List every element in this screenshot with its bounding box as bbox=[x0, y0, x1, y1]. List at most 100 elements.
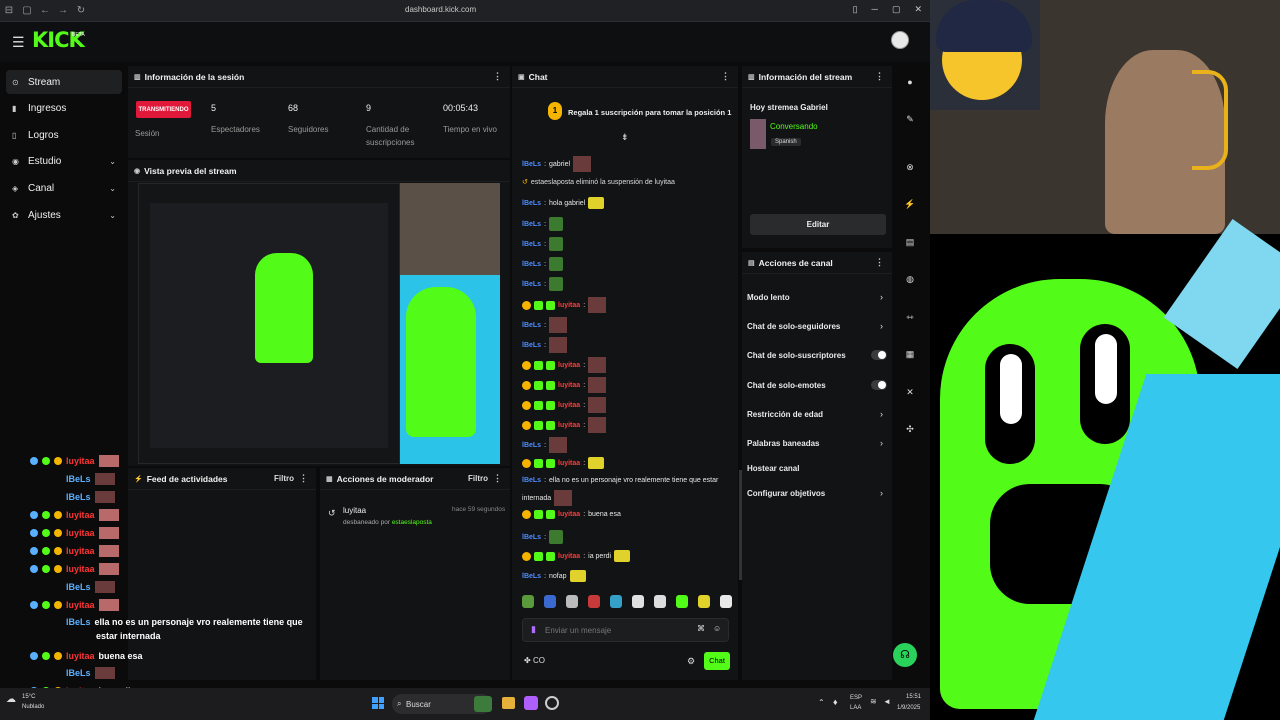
emoji-icon[interactable]: ☺ bbox=[713, 624, 721, 633]
channel-action-4[interactable]: Chat de solo-emotes bbox=[747, 381, 826, 390]
target-icon[interactable]: ⊗ bbox=[902, 159, 918, 175]
back-icon[interactable]: ← bbox=[36, 5, 54, 16]
chat-username[interactable]: luyitaa bbox=[558, 402, 580, 409]
lightning-icon[interactable]: ⚡ bbox=[902, 196, 918, 212]
channel-action-1[interactable]: Modo lento bbox=[747, 293, 790, 302]
mod-menu-icon[interactable]: ⋮ bbox=[493, 473, 502, 484]
wrench-icon[interactable]: ✕ bbox=[902, 384, 918, 400]
minimize-icon[interactable]: ─ bbox=[872, 4, 878, 15]
mic-tray-icon[interactable]: ♦ bbox=[833, 697, 838, 707]
user-avatar[interactable] bbox=[891, 31, 909, 49]
close-icon[interactable]: ✕ bbox=[914, 4, 922, 15]
lang-bottom[interactable]: LAA bbox=[850, 705, 861, 711]
chat-username[interactable]: lBeLs bbox=[522, 322, 541, 329]
chat-emote[interactable] bbox=[554, 490, 573, 506]
address-bar[interactable]: dashboard.kick.com bbox=[405, 5, 476, 14]
chat-input[interactable] bbox=[545, 623, 685, 637]
sidebar-item-ingresos[interactable]: ▮ Ingresos bbox=[6, 97, 122, 121]
stream-preview[interactable] bbox=[138, 183, 500, 464]
clock-time[interactable]: 15:51 bbox=[906, 694, 921, 700]
sidebar-item-stream[interactable]: ⊙ Stream bbox=[6, 70, 122, 94]
chat-username[interactable]: lBeLs bbox=[522, 261, 541, 268]
chevron-right-icon[interactable]: › bbox=[880, 409, 883, 419]
chat-username[interactable]: lBeLs bbox=[522, 281, 541, 288]
chat-message[interactable]: lBeLs: hola gabriel bbox=[522, 197, 605, 209]
pinned-gift-message[interactable]: Regala 1 suscripción para tomar la posic… bbox=[568, 108, 731, 117]
feed-filter-button[interactable]: Filtro bbox=[274, 474, 294, 483]
chat-message[interactable]: luyitaa: bbox=[522, 457, 605, 469]
stream-category[interactable]: Conversando bbox=[770, 122, 818, 131]
chat-message[interactable]: lBeLs: bbox=[522, 237, 564, 251]
reload-icon[interactable]: ↻ bbox=[72, 5, 90, 16]
mic-icon[interactable]: ▮ bbox=[531, 624, 536, 635]
chat-message[interactable]: lBeLs: bbox=[522, 317, 568, 333]
chat-emote[interactable] bbox=[588, 417, 607, 433]
hamburger-menu-icon[interactable]: ☰ bbox=[12, 34, 25, 51]
chat-emote[interactable] bbox=[588, 457, 605, 469]
chat-message[interactable]: luyitaa: ia perdi bbox=[522, 550, 631, 562]
layout-icon[interactable]: ▦ bbox=[902, 346, 918, 362]
emote-shortcut-7[interactable] bbox=[654, 595, 666, 608]
tray-chevron-icon[interactable]: ⌃ bbox=[818, 698, 825, 707]
chat-username[interactable]: lBeLs bbox=[522, 573, 541, 580]
chat-username[interactable]: luyitaa bbox=[558, 362, 580, 369]
mod-entry-by[interactable]: estaeslaposta bbox=[392, 519, 432, 526]
chat-emote[interactable] bbox=[588, 377, 607, 393]
chat-username[interactable]: luyitaa bbox=[558, 511, 580, 518]
chat-message[interactable]: lBeLs: bbox=[522, 217, 564, 231]
sidebar-item-canal[interactable]: ◈ Canal ⌄ bbox=[6, 176, 122, 200]
maximize-icon[interactable]: ▢ bbox=[892, 4, 901, 15]
chevron-down-icon[interactable]: ⌄ bbox=[109, 184, 116, 193]
chat-emote[interactable] bbox=[614, 550, 631, 562]
chat-username[interactable]: luyitaa bbox=[558, 553, 580, 560]
chat-message[interactable]: lBeLs: gabriel bbox=[522, 156, 592, 172]
chat-emote[interactable] bbox=[549, 437, 568, 453]
chat-emote[interactable] bbox=[549, 317, 568, 333]
chat-message[interactable]: luyitaa: bbox=[522, 297, 607, 313]
emote-shortcut-3[interactable] bbox=[566, 595, 578, 608]
emote-shortcut-2[interactable] bbox=[544, 595, 556, 608]
pencil-icon[interactable]: ✎ bbox=[902, 111, 918, 127]
emote-shortcut-8[interactable] bbox=[676, 595, 688, 608]
chat-emote[interactable] bbox=[549, 217, 564, 231]
chat-username[interactable]: luyitaa bbox=[558, 460, 580, 467]
chat-username[interactable]: lBeLs bbox=[522, 477, 541, 484]
chat-send-button[interactable]: Chat bbox=[704, 652, 730, 670]
chat-message[interactable]: luyitaa: buena esa bbox=[522, 510, 621, 519]
chevron-right-icon[interactable]: › bbox=[880, 488, 883, 498]
chat-emote[interactable] bbox=[588, 357, 607, 373]
chat-message[interactable]: lBeLs: ella no es un personaje vro realem… bbox=[522, 477, 718, 484]
sidebar-item-logros[interactable]: ▯ Logros bbox=[6, 123, 122, 147]
chat-emote[interactable] bbox=[588, 197, 605, 209]
chat-menu-icon[interactable]: ⋮ bbox=[721, 71, 730, 82]
gif-icon[interactable]: ⌘ bbox=[697, 624, 705, 633]
channel-action-6[interactable]: Palabras baneadas bbox=[747, 439, 819, 448]
chat-emote[interactable] bbox=[549, 237, 564, 251]
chat-username[interactable]: luyitaa bbox=[558, 302, 580, 309]
chat-message[interactable]: lBeLs: bbox=[522, 437, 568, 453]
info-circle-icon[interactable]: ● bbox=[902, 74, 918, 90]
chat-message[interactable]: lBeLs: bbox=[522, 257, 564, 271]
chat-system-message[interactable]: ↺ estaeslaposta eliminó la suspensión de … bbox=[522, 178, 675, 187]
chat-message[interactable]: luyitaa: bbox=[522, 357, 607, 373]
chat-username[interactable]: lBeLs bbox=[522, 161, 541, 168]
windows-start-icon[interactable] bbox=[372, 697, 384, 709]
emote-shortcut-9[interactable] bbox=[698, 595, 710, 608]
chat-message[interactable]: lBeLs: bbox=[522, 277, 564, 291]
session-menu-icon[interactable]: ⋮ bbox=[493, 71, 502, 82]
emote-shortcut-1[interactable] bbox=[522, 595, 534, 608]
chat-message[interactable]: luyitaa: bbox=[522, 397, 607, 413]
browser-app-icon[interactable] bbox=[524, 696, 538, 710]
channel-action-5[interactable]: Restricción de edad bbox=[747, 410, 823, 419]
sidebar-item-ajustes[interactable]: ✿ Ajustes ⌄ bbox=[6, 203, 122, 227]
feed-menu-icon[interactable]: ⋮ bbox=[299, 473, 308, 484]
chat-username[interactable]: lBeLs bbox=[522, 342, 541, 349]
chat-username[interactable]: lBeLs bbox=[522, 241, 541, 248]
chevron-right-icon[interactable]: › bbox=[880, 438, 883, 448]
clipboard-icon[interactable]: ▤ bbox=[902, 234, 918, 250]
forward-icon[interactable]: → bbox=[54, 5, 72, 16]
stream-info-menu-icon[interactable]: ⋮ bbox=[875, 71, 884, 82]
share-icon[interactable]: ✣ bbox=[902, 421, 918, 437]
chevron-down-icon[interactable]: ⌄ bbox=[109, 211, 116, 220]
chat-emote[interactable] bbox=[549, 530, 564, 544]
